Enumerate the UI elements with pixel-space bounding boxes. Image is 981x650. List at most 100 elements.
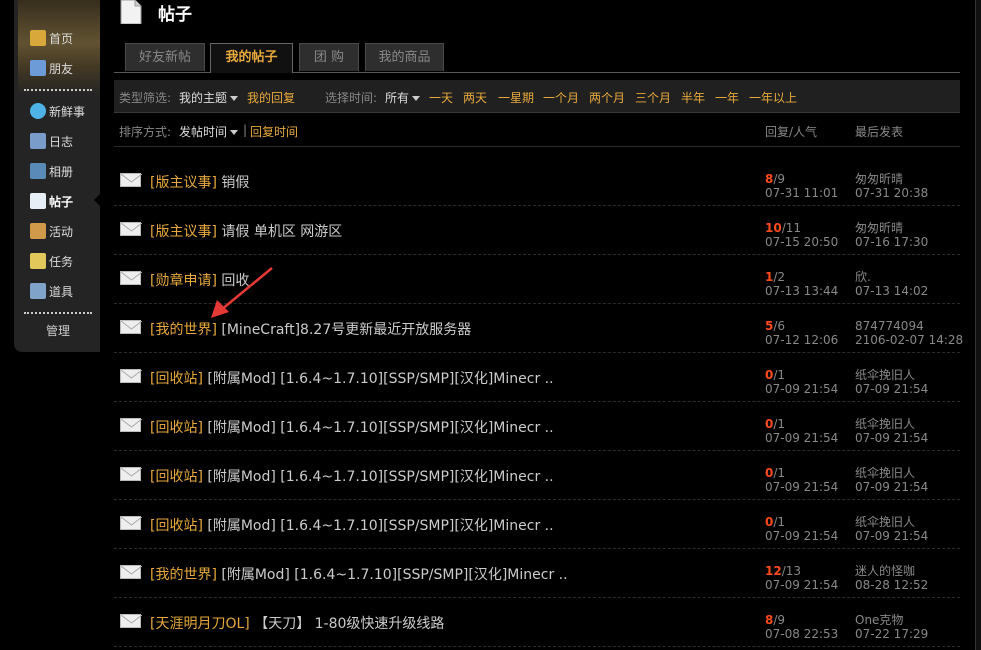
filter-bar: 类型筛选: 我的主题 我的回复 选择时间: 所有 一天 两天 一星期 一个月 两…: [114, 80, 960, 113]
view-count: /13: [781, 564, 802, 578]
post-title-link[interactable]: 请假 单机区 网游区: [221, 224, 342, 240]
last-poster-link[interactable]: 欣.: [855, 270, 871, 284]
table-row: [回收站] [附属Mod] [1.6.4~1.7.10][SSP/SMP][汉化…: [114, 500, 960, 549]
time-option-link[interactable]: 一天: [429, 89, 453, 106]
post-date: 07-09 21:54: [765, 529, 839, 543]
last-poster-link[interactable]: 纸伞挽旧人: [855, 515, 915, 529]
post-title-link[interactable]: [附属Mod] [1.6.4~1.7.10][SSP/SMP][汉化]Minec…: [221, 567, 567, 583]
chevron-down-icon: [230, 130, 239, 135]
tab-bar: 好友新帖 我的帖子 团 购 我的商品: [114, 43, 960, 73]
sidebar-item-album[interactable]: 相册: [30, 161, 73, 181]
last-post-date: 07-16 17:30: [855, 235, 929, 249]
sidebar-item-journal[interactable]: 日志: [30, 131, 73, 151]
sidebar-item-label: 首页: [49, 31, 74, 46]
speech-bubble-icon: [30, 103, 46, 119]
envelope-icon: [120, 369, 142, 383]
last-poster-link[interactable]: 纸伞挽旧人: [855, 368, 915, 382]
sidebar-item-activity[interactable]: 活动: [30, 221, 73, 241]
sidebar-divider: [24, 89, 92, 91]
post-date: 07-12 12:06: [765, 333, 839, 347]
post-date: 07-08 22:53: [765, 627, 839, 641]
reply-count: 12: [765, 564, 782, 578]
sidebar-item-label: 道具: [49, 284, 74, 299]
activity-icon: [30, 223, 46, 239]
sidebar-item-home[interactable]: 首页: [30, 28, 73, 48]
last-poster-link[interactable]: 匆匆昕晴: [855, 172, 903, 186]
post-title-link[interactable]: 销假: [221, 175, 249, 191]
view-count: /1: [773, 466, 786, 480]
tab-my-items[interactable]: 我的商品: [365, 43, 444, 71]
post-date: 07-09 21:54: [765, 382, 839, 396]
sidebar-item-friends[interactable]: 朋友: [30, 58, 73, 78]
tab-group-buy[interactable]: 团 购: [299, 43, 359, 71]
time-option-link[interactable]: 一年以上: [749, 89, 797, 106]
time-option-link[interactable]: 两个月: [589, 89, 625, 106]
document-icon: [30, 193, 46, 209]
time-filter-value: 所有: [385, 91, 410, 105]
chevron-down-icon: [412, 96, 421, 101]
forum-link[interactable]: [回收站]: [150, 518, 203, 534]
time-option-link[interactable]: 半年: [681, 89, 705, 106]
type-filter-dropdown[interactable]: 我的主题: [179, 89, 239, 106]
my-replies-link[interactable]: 我的回复: [247, 89, 295, 106]
forum-link[interactable]: [回收站]: [150, 371, 203, 387]
envelope-icon: [120, 516, 142, 530]
time-option-link[interactable]: 三个月: [635, 89, 671, 106]
page-title: 帖子: [158, 5, 192, 25]
sidebar-item-tools[interactable]: 道具: [30, 281, 73, 301]
manage-link[interactable]: 管理: [46, 322, 70, 339]
time-option-link[interactable]: 两天: [463, 89, 487, 106]
forum-link[interactable]: [回收站]: [150, 469, 203, 485]
time-option-link[interactable]: 一个月: [543, 89, 579, 106]
sort-dropdown[interactable]: 发帖时间: [179, 123, 239, 140]
last-post-date: 08-28 12:52: [855, 578, 929, 592]
last-post-date: 07-09 21:54: [855, 529, 929, 543]
sort-by-reply-link[interactable]: 回复时间: [250, 123, 298, 140]
tab-my-posts[interactable]: 我的帖子: [210, 43, 293, 73]
type-filter-label: 类型筛选:: [119, 91, 172, 105]
post-title-link[interactable]: [MineCraft]8.27号更新最近开放服务器: [221, 322, 471, 338]
table-row: [天涯明月刀OL] 【天刀】 1-80级快速升级线路 8/9 07-08 22:5…: [114, 598, 960, 647]
task-icon: [30, 253, 46, 269]
time-filter-dropdown[interactable]: 所有: [385, 89, 421, 106]
sidebar-item-task[interactable]: 任务: [30, 251, 73, 271]
post-title-link[interactable]: [附属Mod] [1.6.4~1.7.10][SSP/SMP][汉化]Minec…: [207, 469, 553, 485]
last-poster-link[interactable]: 纸伞挽旧人: [855, 466, 915, 480]
sidebar-item-label: 任务: [49, 254, 74, 269]
friends-icon: [30, 60, 46, 76]
forum-link[interactable]: [我的世界]: [150, 567, 217, 583]
album-icon: [30, 163, 46, 179]
post-title-link[interactable]: [附属Mod] [1.6.4~1.7.10][SSP/SMP][汉化]Minec…: [207, 518, 553, 534]
time-option-link[interactable]: 一星期: [498, 89, 534, 106]
table-row: [回收站] [附属Mod] [1.6.4~1.7.10][SSP/SMP][汉化…: [114, 402, 960, 451]
post-title-link[interactable]: [附属Mod] [1.6.4~1.7.10][SSP/SMP][汉化]Minec…: [207, 420, 553, 436]
last-poster-link[interactable]: 纸伞挽旧人: [855, 417, 915, 431]
forum-link[interactable]: [回收站]: [150, 420, 203, 436]
forum-link[interactable]: [我的世界]: [150, 322, 217, 338]
home-icon: [30, 30, 46, 46]
sidebar-item-news[interactable]: 新鲜事: [30, 101, 85, 121]
sort-separator: |: [243, 123, 248, 137]
forum-link[interactable]: [天涯明月刀OL]: [150, 616, 250, 632]
post-title-link[interactable]: 【天刀】 1-80级快速升级线路: [254, 616, 444, 632]
last-poster-link[interactable]: One克物: [855, 613, 903, 627]
forum-link[interactable]: [版主议事]: [150, 175, 217, 191]
forum-link[interactable]: [版主议事]: [150, 224, 217, 240]
chevron-down-icon: [230, 96, 239, 101]
sidebar-item-label: 相册: [49, 164, 74, 179]
sidebar-item-label: 帖子: [49, 194, 74, 209]
last-poster-link[interactable]: 匆匆昕晴: [855, 221, 903, 235]
view-count: /9: [773, 172, 786, 186]
post-date: 07-09 21:54: [765, 431, 839, 445]
tab-friends-posts[interactable]: 好友新帖: [125, 43, 205, 71]
last-poster-link[interactable]: 874774094: [855, 319, 924, 333]
time-option-link[interactable]: 一年: [715, 89, 739, 106]
scrollbar[interactable]: [975, 0, 981, 650]
sidebar-item-posts[interactable]: 帖子: [30, 191, 73, 211]
envelope-icon: [120, 173, 142, 187]
sort-value: 发帖时间: [179, 125, 228, 139]
last-poster-link[interactable]: 迷人的怪咖: [855, 564, 915, 578]
post-title-link[interactable]: [附属Mod] [1.6.4~1.7.10][SSP/SMP][汉化]Minec…: [207, 371, 553, 387]
time-filter-label: 选择时间:: [325, 91, 378, 105]
active-item-pointer: [94, 193, 101, 207]
